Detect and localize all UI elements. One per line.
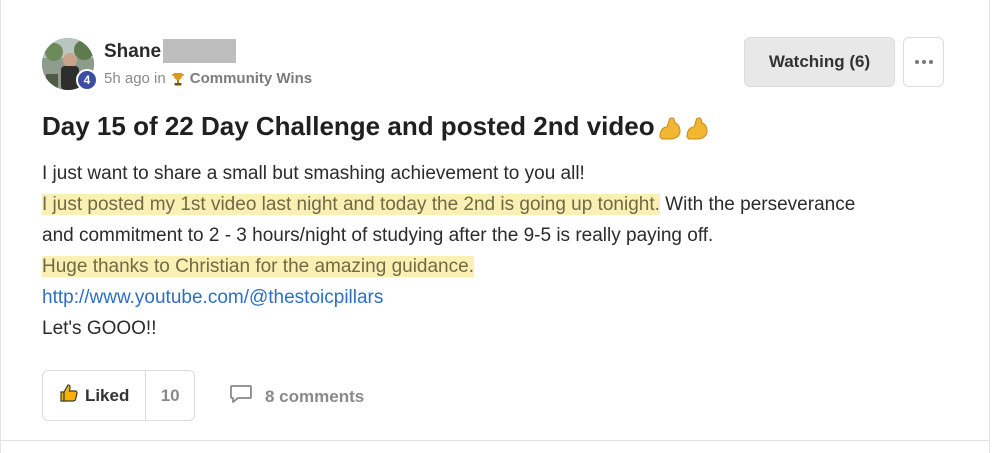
- divider: [1, 440, 991, 441]
- category-link[interactable]: Community Wins: [190, 70, 312, 87]
- youtube-link[interactable]: http://www.youtube.com/@thestoicpillars: [42, 287, 383, 308]
- trophy-icon: [170, 71, 186, 87]
- redacted-surname: [163, 39, 236, 63]
- highlighted-text: Huge thanks to Christian for the amazing…: [42, 256, 474, 277]
- watching-button[interactable]: Watching (6): [744, 37, 895, 87]
- body-line-1: I just want to share a small but smashin…: [42, 163, 585, 184]
- body-line-2-rest: With the perseverance: [659, 194, 856, 215]
- like-button[interactable]: Liked: [43, 371, 147, 420]
- post-body: I just want to share a small but smashin…: [42, 158, 942, 344]
- author-name[interactable]: Shane: [104, 41, 161, 63]
- page-gutter: [990, 0, 1000, 453]
- more-options-button[interactable]: [903, 37, 944, 87]
- post-title-text: Day 15 of 22 Day Challenge and posted 2n…: [42, 111, 655, 141]
- like-label: Liked: [84, 385, 130, 405]
- highlighted-text: I just posted my 1st video last night an…: [42, 194, 660, 215]
- comment-icon: [229, 383, 253, 410]
- like-count[interactable]: 10: [146, 371, 194, 420]
- body-line-4: Huge thanks to Christian for the amazing…: [42, 251, 942, 282]
- body-link-line: http://www.youtube.com/@thestoicpillars: [42, 282, 942, 313]
- post-title: Day 15 of 22 Day Challenge and posted 2n…: [42, 111, 713, 142]
- body-line-2: I just posted my 1st video last night an…: [42, 189, 942, 220]
- comments-button[interactable]: 8 comments: [229, 383, 364, 410]
- more-dots-icon: [914, 60, 933, 64]
- post-card: 4 Shane 5h ago in Community Wins Watchin…: [0, 0, 991, 453]
- like-group: Liked 10: [42, 370, 195, 421]
- thumbs-up-icon: [59, 383, 79, 408]
- flexed-biceps-icon: [657, 113, 713, 141]
- post-time: 5h ago in: [104, 70, 166, 87]
- body-closing: Let's GOOO!!: [42, 318, 157, 339]
- level-badge: 4: [76, 69, 98, 91]
- comments-label: 8 comments: [265, 386, 365, 406]
- post-meta: 5h ago in Community Wins: [104, 70, 312, 87]
- body-line-3: and commitment to 2 - 3 hours/night of s…: [42, 225, 714, 246]
